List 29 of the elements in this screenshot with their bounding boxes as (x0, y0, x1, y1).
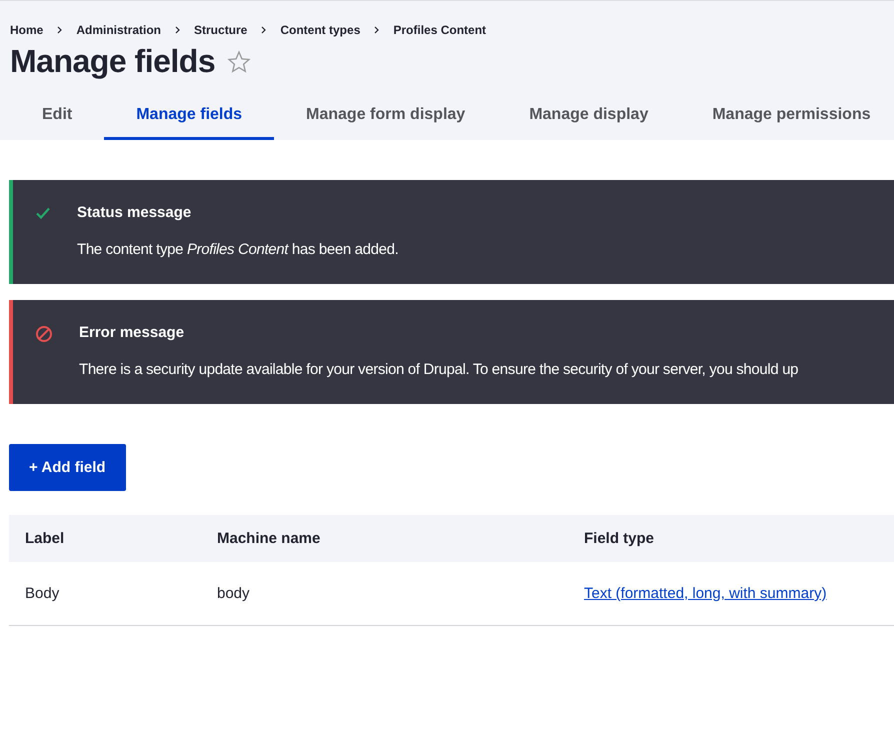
message-title: Status message (77, 204, 192, 221)
message-text: There is a security update available for your version of Drupal. To ensure the security of your server, you should up (79, 361, 798, 378)
message-title: Error message (79, 324, 186, 341)
add-field-button[interactable]: + Add field (9, 444, 126, 491)
chevron-icon (261, 26, 266, 34)
prohibited-icon (35, 325, 53, 343)
checkmark-icon (35, 205, 51, 221)
tab[interactable]: Edit (10, 92, 104, 140)
chevron-icon (57, 26, 62, 34)
page-title: Manage fields (10, 43, 216, 80)
tab[interactable]: Manage permissions (680, 92, 894, 140)
column-header: Label (9, 515, 201, 562)
message-text: The content type Profiles Content has been added. (77, 241, 398, 258)
chevron-icon (175, 26, 180, 34)
table-cell: body (201, 562, 568, 626)
column-header: Machine name (201, 515, 568, 562)
chevron-icon (374, 26, 380, 34)
column-header: Field type (568, 515, 894, 562)
breadcrumb-link[interactable]: Profiles Content (393, 23, 486, 37)
table-cell: Body (9, 562, 201, 626)
breadcrumb-link[interactable]: Administration (76, 23, 162, 37)
tab[interactable]: Manage display (497, 92, 680, 140)
star-icon[interactable] (227, 50, 252, 74)
field-type-link[interactable]: Text (formatted, long, with summary) (584, 585, 827, 602)
tab[interactable]: Manage form display (274, 92, 498, 140)
breadcrumb-link[interactable]: Home (10, 23, 44, 37)
tab[interactable]: Manage fields (104, 92, 274, 140)
breadcrumb-link[interactable]: Structure (194, 23, 248, 37)
breadcrumb-link[interactable]: Content types (280, 23, 360, 37)
